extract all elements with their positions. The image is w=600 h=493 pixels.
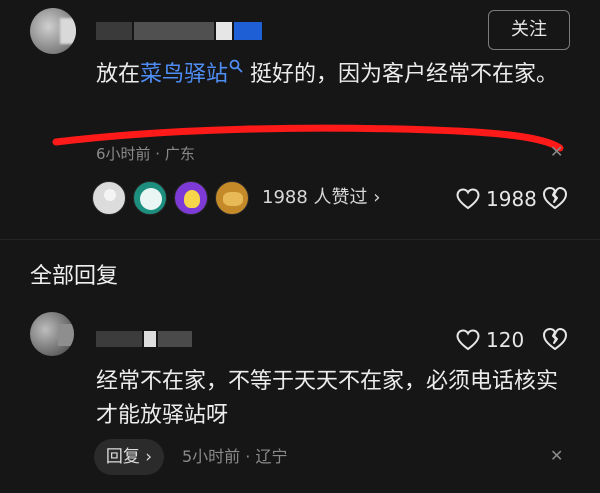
liker-avatar[interactable]: [215, 181, 249, 215]
like-button[interactable]: 120: [456, 327, 524, 353]
liker-avatar[interactable]: [133, 181, 167, 215]
mask-block: [144, 331, 156, 347]
comment-thread: 关注 放在菜鸟驿站 挺好的，因为客户经常不在家。 6小时前 · 广东 ✕ 198…: [0, 0, 600, 493]
close-icon[interactable]: ✕: [550, 144, 566, 160]
broken-heart-icon[interactable]: [542, 186, 568, 210]
reply-button[interactable]: 回复 ›: [94, 439, 164, 475]
like-count: 1988: [486, 187, 537, 211]
like-button[interactable]: 1988: [456, 186, 537, 212]
reply-meta: 5小时前 · 辽宁: [182, 447, 288, 466]
likers-row[interactable]: 1988 人赞过 ›: [92, 180, 380, 216]
avatar-mosaic: [60, 18, 76, 44]
comment-text-before: 放在: [96, 62, 141, 87]
follow-button[interactable]: 关注: [488, 10, 570, 50]
like-count: 120: [486, 328, 525, 352]
comment-body: 放在菜鸟驿站 挺好的，因为客户经常不在家。: [96, 58, 566, 92]
mask-block: [134, 22, 214, 40]
search-link[interactable]: 菜鸟驿站: [140, 59, 243, 87]
comment-meta: 6小时前 · 广东: [96, 145, 195, 163]
search-icon[interactable]: [229, 59, 243, 73]
section-title: 全部回复: [30, 264, 119, 289]
avatar[interactable]: [30, 8, 76, 54]
liker-avatar[interactable]: [92, 181, 126, 215]
mask-block: [96, 331, 142, 347]
broken-heart-icon[interactable]: [542, 327, 568, 351]
divider: [0, 239, 600, 240]
heart-icon[interactable]: [456, 329, 480, 351]
heart-icon[interactable]: [456, 188, 480, 210]
comment-text-after: 挺好的，因为客户经常不在家。: [243, 62, 559, 87]
mask-block: [216, 22, 232, 40]
search-link-text[interactable]: 菜鸟驿站: [140, 62, 228, 87]
avatar[interactable]: [30, 312, 74, 356]
mask-block: [96, 22, 132, 40]
likers-count-link[interactable]: 1988 人赞过 ›: [262, 180, 380, 216]
mask-block: [158, 331, 192, 347]
mask-block: [234, 22, 262, 40]
close-icon[interactable]: ✕: [550, 448, 566, 464]
username-redacted[interactable]: [96, 330, 196, 348]
username-redacted[interactable]: [96, 20, 264, 42]
liker-avatar[interactable]: [174, 181, 208, 215]
avatar-mosaic: [58, 324, 74, 346]
reply-body: 经常不在家，不等于天天不在家，必须电话核实才能放驿站呀: [96, 369, 559, 428]
